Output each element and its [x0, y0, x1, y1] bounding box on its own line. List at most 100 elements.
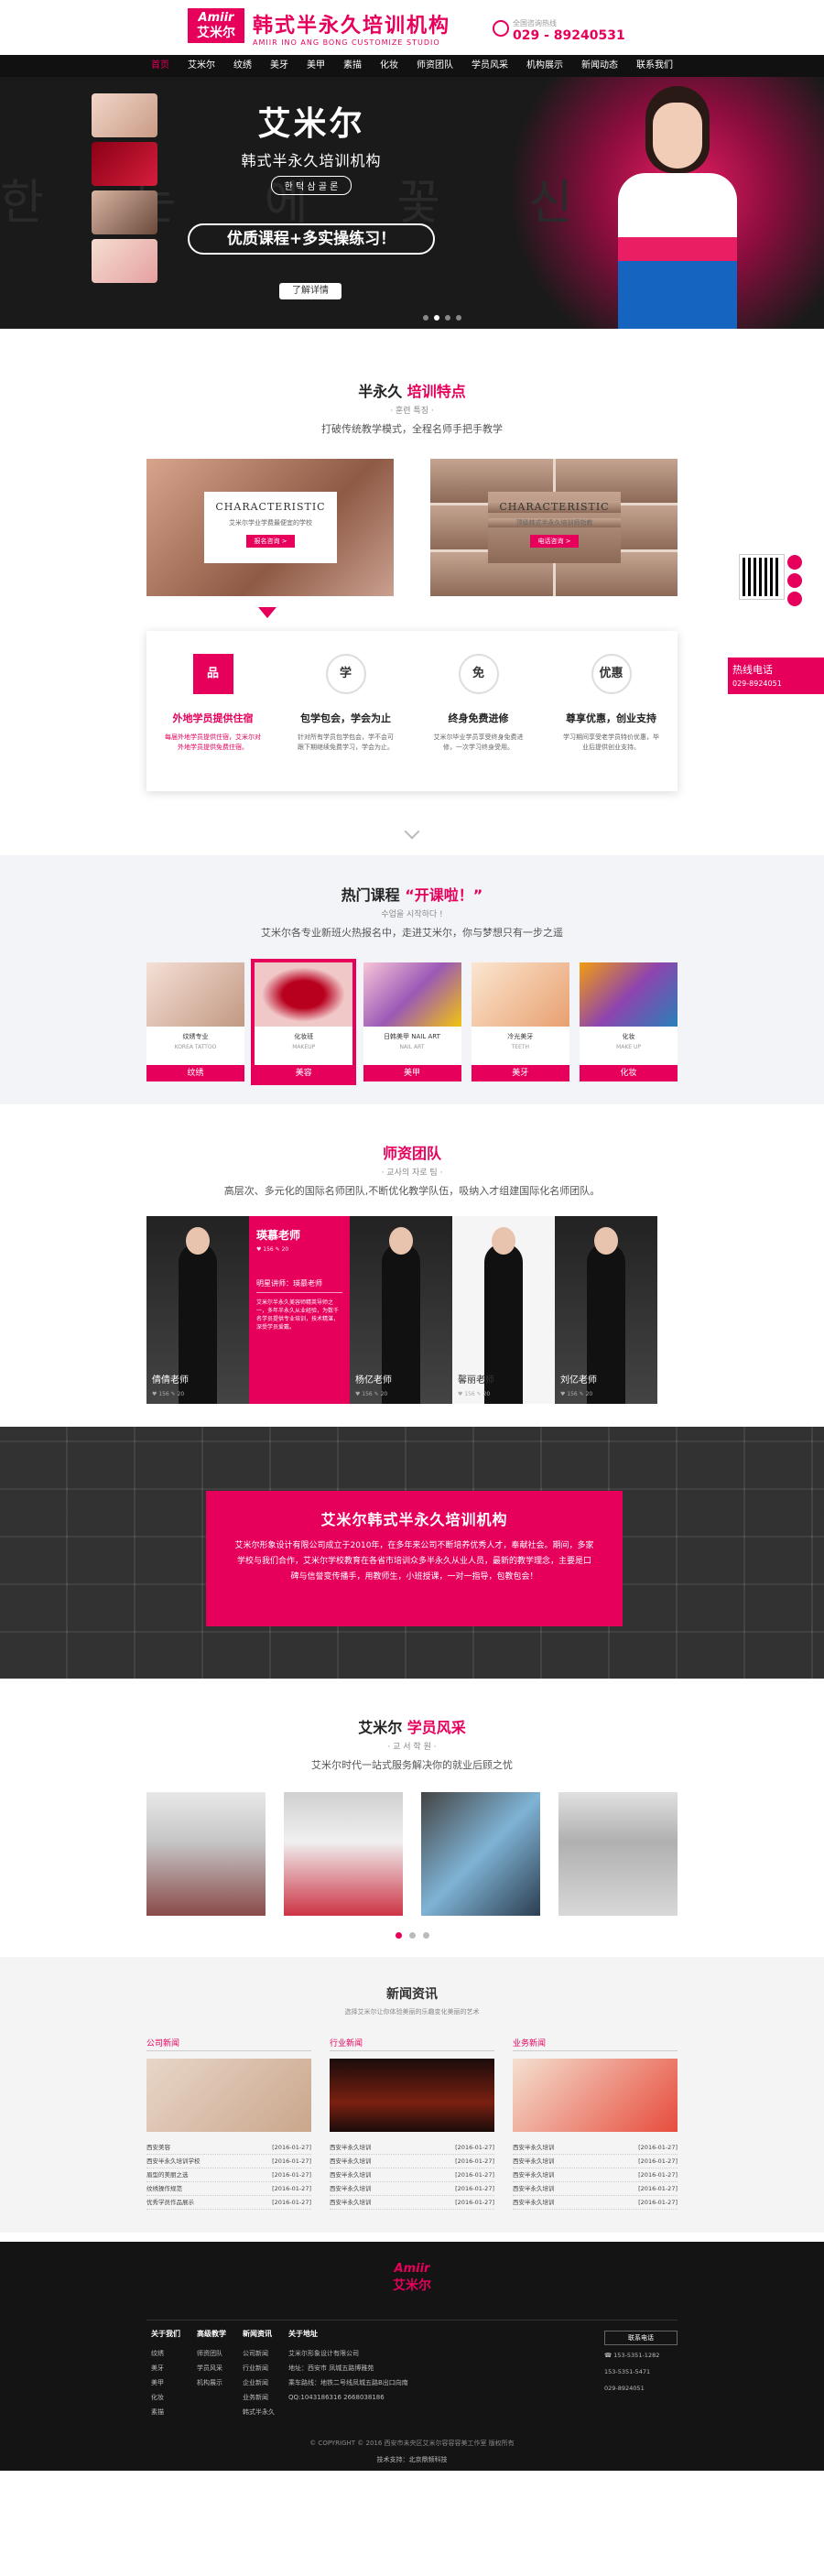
news-item[interactable]: 眉型的美丽之选 [2016-01-27]	[146, 2168, 311, 2182]
featured-teacher-name: 瑛慕老师	[256, 1229, 301, 1242]
footer-link[interactable]: 业务新闻	[243, 2390, 288, 2405]
teacher-card[interactable]: 馨丽老师 ♥ 156 ✎ 20	[452, 1216, 555, 1404]
course-card-active[interactable]: 化妆班 MAKEUP 美容	[251, 959, 357, 1085]
nav-item-teachers[interactable]: 师资团队	[407, 55, 462, 77]
students-dot[interactable]	[408, 1932, 416, 1939]
student-photo[interactable]	[558, 1792, 678, 1916]
nav-item-makeup[interactable]: 化妆	[371, 55, 407, 77]
news-column-head[interactable]: 公司新闻	[146, 2037, 311, 2051]
nav-item-contact[interactable]: 联系我们	[627, 55, 682, 77]
news-item[interactable]: 纹绣操作规范 [2016-01-27]	[146, 2182, 311, 2196]
logo[interactable]: Amiir 艾米尔	[188, 8, 244, 43]
news-item[interactable]: 西安半永久培训 [2016-01-27]	[513, 2168, 678, 2182]
footer-link[interactable]: 企业新闻	[243, 2375, 288, 2390]
tech-support: 技术支持：北京鼎频科技	[376, 2456, 448, 2463]
teachers-desc: 高层次、多元化的国际名师团队,不断优化教学队伍，吸纳入才组建国际化名师团队。	[223, 1185, 601, 1197]
news-item[interactable]: 西安半永久培训 [2016-01-27]	[330, 2196, 494, 2210]
footer-logo[interactable]: Amiir 艾米尔	[0, 2262, 824, 2294]
student-photo[interactable]	[146, 1792, 266, 1916]
student-photo[interactable]	[421, 1792, 540, 1916]
chat-icon[interactable]	[787, 555, 802, 570]
banner-model-image	[609, 86, 746, 329]
floating-hotline[interactable]: 热线电话 029-8924051	[728, 658, 824, 694]
footer-link[interactable]: 化妆	[151, 2390, 197, 2405]
news-image[interactable]	[513, 2059, 678, 2132]
teacher-card[interactable]: 刘亿老师 ♥ 156 ✎ 20	[555, 1216, 657, 1404]
feature-item-text: 每届外地学员提供住宿，艾米尔对外地学员提供免费住宿。	[165, 734, 261, 751]
footer-column: 关于我们 纹绣 美牙 美甲 化妆 素描	[151, 2329, 197, 2419]
news-item[interactable]: 西安半永久培训 [2016-01-27]	[330, 2168, 494, 2182]
news-image[interactable]	[330, 2059, 494, 2132]
course-card[interactable]: 化妆 MAKE UP 化妆	[580, 962, 678, 1081]
news-column-head[interactable]: 行业新闻	[330, 2037, 494, 2051]
nav-item-nail[interactable]: 美甲	[298, 55, 334, 77]
footer-link[interactable]: 韩式半永久	[243, 2405, 288, 2419]
news-desc: 选择艾米尔让你体验美丽的乐趣变化美丽的艺术	[344, 2008, 480, 2016]
feature-image-eyes: CHARACTERISTIC 艾米尔学业学费最便宜的学校 报名咨询 >	[146, 459, 394, 596]
banner-dot[interactable]	[456, 315, 461, 321]
footer-link[interactable]: 学员风采	[197, 2361, 243, 2375]
nav-item-amiir[interactable]: 艾米尔	[179, 55, 224, 77]
students-dot-active[interactable]	[395, 1932, 402, 1939]
wechat-icon[interactable]	[787, 592, 802, 606]
news-column-head[interactable]: 业务新闻	[513, 2037, 678, 2051]
feature-card: CHARACTERISTIC 艾米尔学业学费最便宜的学校 报名咨询 >	[204, 492, 337, 563]
teacher-card[interactable]: 杨亿老师 ♥ 156 ✎ 20	[350, 1216, 452, 1404]
news-item[interactable]: 西安半永久培训 [2016-01-27]	[513, 2182, 678, 2196]
news-item[interactable]: 西安半永久培训 [2016-01-27]	[330, 2155, 494, 2168]
news-item[interactable]: 优秀学员作品展示 [2016-01-27]	[146, 2196, 311, 2210]
teacher-card[interactable]: 倩倩老师 ♥ 156 ✎ 20	[146, 1216, 249, 1404]
footer-column-title: 高级教学	[197, 2330, 226, 2338]
student-photo[interactable]	[284, 1792, 403, 1916]
hero-banner: 한 눈 에 꽃 신 艾米尔 韩式半永久培训机构 한 턱 삼 골 론 优质课程+多…	[0, 77, 824, 329]
feature-item-text: 针对所有学员包学包会，学不会可跟下期继续免费学习，学会为止。	[298, 734, 394, 751]
news-item[interactable]: 西安半永久培训 [2016-01-27]	[513, 2155, 678, 2168]
nav-item-news[interactable]: 新闻动态	[572, 55, 627, 77]
feature-item-title: 终身免费进修	[448, 712, 509, 724]
course-card[interactable]: 纹绣专业 KOREA TATTOO 纹绣	[146, 962, 244, 1081]
news-item[interactable]: 西安半永久培训学校 [2016-01-27]	[146, 2155, 311, 2168]
nav-item-sketch[interactable]: 素描	[334, 55, 371, 77]
footer-link[interactable]: 机构展示	[197, 2375, 243, 2390]
footer-link[interactable]: 美甲	[151, 2375, 197, 2390]
footer-link[interactable]: 纹绣	[151, 2346, 197, 2361]
banner-dot[interactable]	[423, 315, 428, 321]
news-item[interactable]: 西安美容 [2016-01-27]	[146, 2141, 311, 2155]
nav-item-teeth[interactable]: 美牙	[261, 55, 298, 77]
news-item[interactable]: 西安半永久培训 [2016-01-27]	[513, 2196, 678, 2210]
footer-link[interactable]: 行业新闻	[243, 2361, 288, 2375]
students-dot[interactable]	[422, 1932, 429, 1939]
nav-item-showcase[interactable]: 机构展示	[517, 55, 572, 77]
course-card[interactable]: 日韩美甲 NAIL ART NAIL ART 美甲	[363, 962, 461, 1081]
feature-card-button[interactable]: 报名咨询 >	[246, 535, 295, 548]
footer-link[interactable]: 公司新闻	[243, 2346, 288, 2361]
news-item[interactable]: 西安半永久培训 [2016-01-27]	[330, 2182, 494, 2196]
course-card[interactable]: 冷光美牙 TEETH 美牙	[471, 962, 569, 1081]
banner-details-button[interactable]: 了解详情	[279, 283, 342, 299]
courses-desc: 艾米尔各专业新班火热报名中，走进艾米尔，你与梦想只有一步之遥	[261, 927, 563, 939]
qr-code-icon	[739, 554, 785, 600]
news-image[interactable]	[146, 2059, 311, 2132]
footer-link[interactable]: 师资团队	[197, 2346, 243, 2361]
header-hotline: 全国咨询热线 029 - 89240531	[493, 18, 625, 43]
banner-dot-active[interactable]	[434, 315, 439, 321]
weibo-icon[interactable]	[787, 573, 802, 588]
feature-card-button[interactable]: 电话咨询 >	[530, 535, 579, 548]
nav-item-students[interactable]: 学员风采	[462, 55, 517, 77]
feature-item-text: 艾米尔毕业学员享受终身免费进修，一次学习终身受用。	[433, 734, 524, 751]
course-name: 日韩美甲 NAIL ART	[384, 1033, 440, 1040]
feature-item-text: 学习期间享受老学员特价优惠，毕业后提供创业支持。	[563, 734, 659, 751]
banner-dot[interactable]	[445, 315, 450, 321]
footer-contact-line: 艾米尔形象设计有限公司	[288, 2350, 359, 2357]
teacher-featured-card[interactable]: 瑛慕老师 ♥ 156 ✎ 20 明星讲师：瑛慕老师 艾米尔半永久美容师精英导师之…	[249, 1216, 350, 1404]
footer-phone-button[interactable]: 联系电话	[604, 2331, 678, 2345]
brand: 韩式半永久培训机构 AMIIR INO ANG BONG CUSTOMIZE S…	[253, 9, 450, 47]
footer-link[interactable]: 美牙	[151, 2361, 197, 2375]
news-item[interactable]: 西安半永久培训 [2016-01-27]	[513, 2141, 678, 2155]
building-icon: 品	[192, 654, 233, 694]
footer-link[interactable]: 素描	[151, 2405, 197, 2419]
nav-item-home[interactable]: 首页	[142, 55, 179, 77]
news-item[interactable]: 西安半永久培训 [2016-01-27]	[330, 2141, 494, 2155]
nav-item-tattoo[interactable]: 纹绣	[224, 55, 261, 77]
teachers-korean: · 교사의 자로 팀 ·	[381, 1168, 443, 1178]
